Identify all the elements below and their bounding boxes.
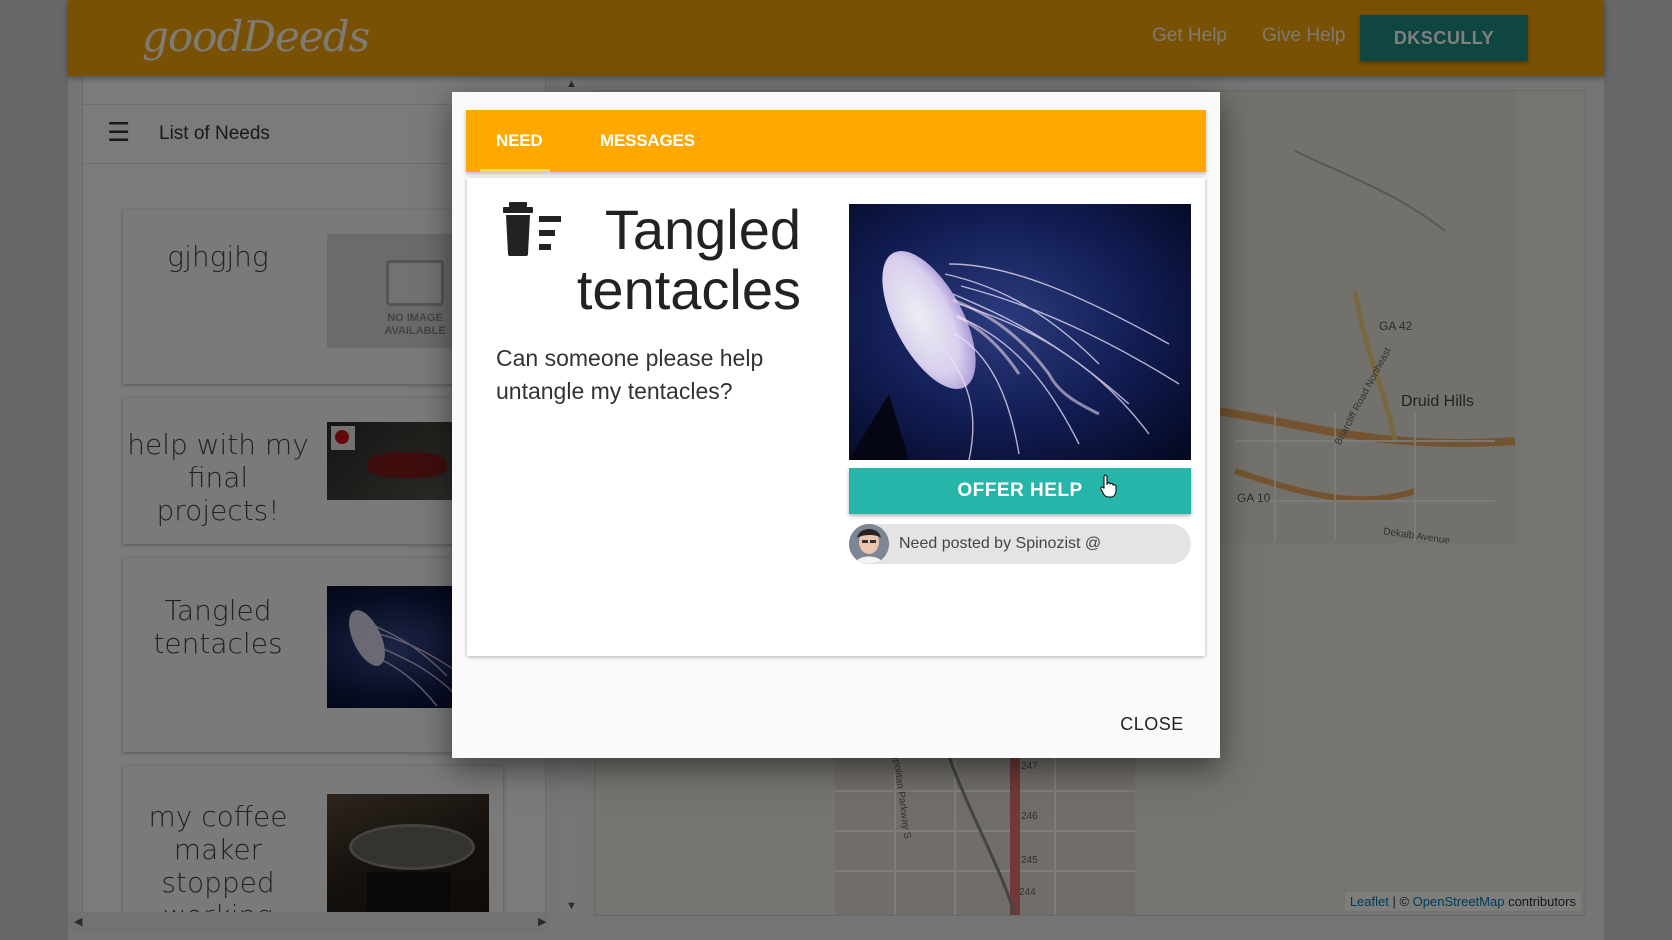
poster-chip[interactable]: Need posted by Spinozist @ [849,524,1191,564]
close-button[interactable]: CLOSE [1100,704,1204,744]
need-photo [849,204,1191,460]
avatar [849,524,889,564]
need-detail-panel: Tangled tentacles Can someone please hel… [467,178,1205,656]
tab-need[interactable]: NEED [496,110,543,172]
offer-help-button[interactable]: OFFER HELP [849,468,1191,514]
need-detail-modal: NEED MESSAGES Tangled tentacles Can some… [452,92,1220,758]
hand-cursor-icon [1100,474,1117,498]
need-title: Tangled tentacles [576,198,801,321]
active-tab-indicator [480,169,550,172]
modal-tab-bar: NEED MESSAGES [466,110,1206,172]
jellyfish-photo [849,204,1191,460]
tab-messages[interactable]: MESSAGES [600,110,695,172]
posted-by-text: Need posted by Spinozist @ [899,535,1102,552]
need-description: Can someone please help untangle my tent… [496,345,764,404]
user-avatar-icon [849,524,889,564]
